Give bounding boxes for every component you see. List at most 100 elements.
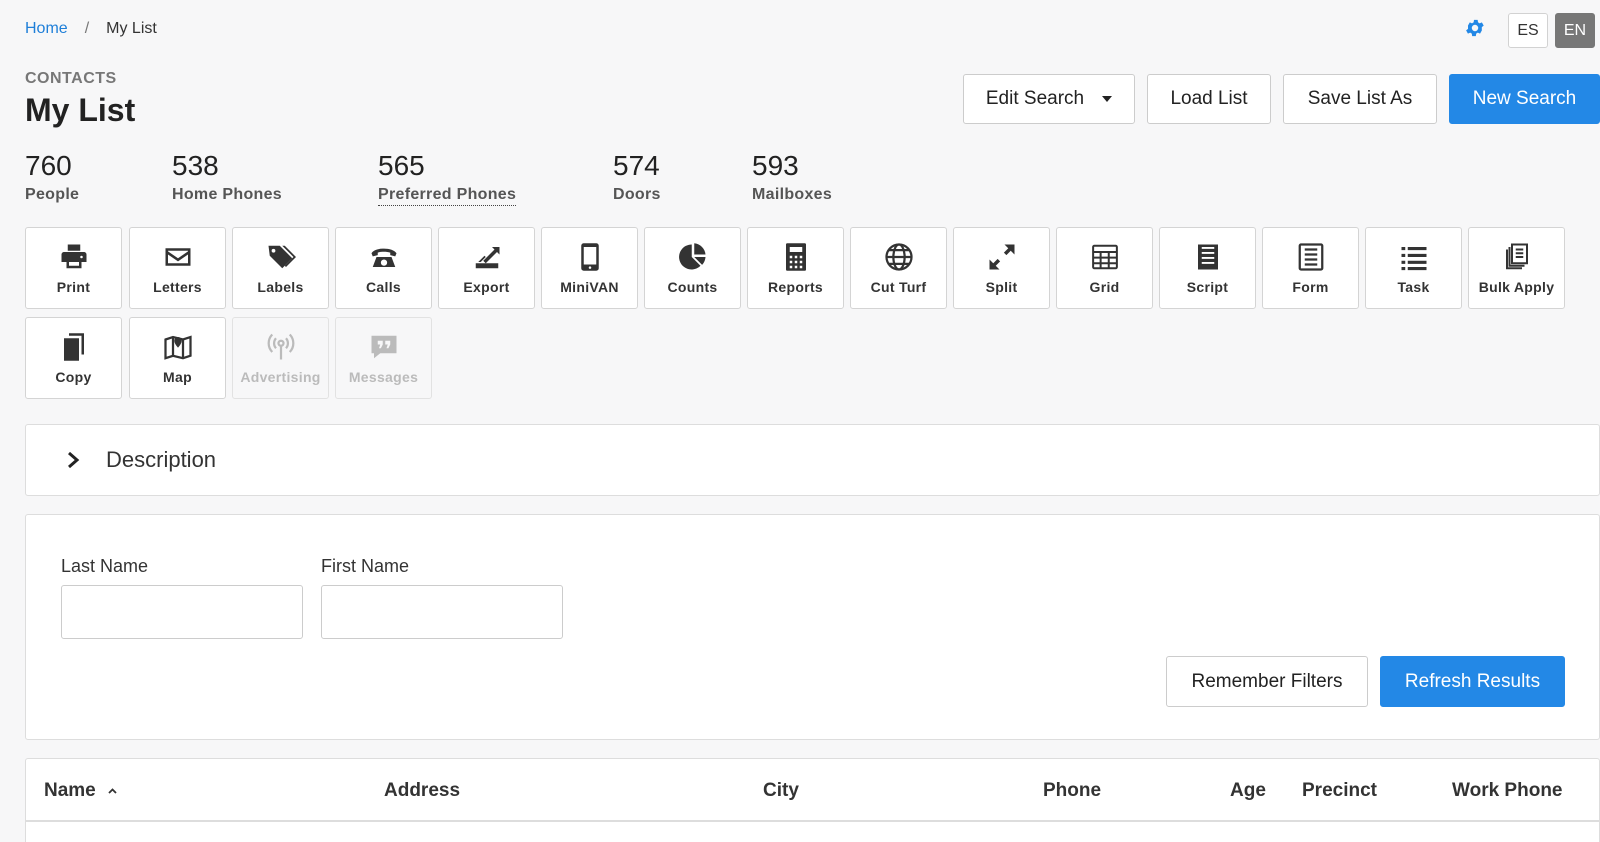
export-icon	[472, 242, 502, 272]
stat-doors: 574 Doors	[613, 150, 661, 204]
column-header-work-phone[interactable]: Work Phone	[1452, 780, 1563, 802]
stack-icon	[1502, 242, 1532, 272]
tool-label: MiniVAN	[560, 279, 619, 295]
section-label: CONTACTS	[25, 70, 117, 87]
tool-label: Script	[1186, 279, 1229, 295]
list-icon	[1399, 242, 1429, 272]
stat-label: People	[25, 186, 80, 203]
page: Home / My List ES EN CONTACTS My List Ed…	[0, 0, 1600, 842]
tool-advertising-button: Advertising	[232, 317, 329, 399]
stat-value: 574	[613, 150, 660, 181]
tool-label: Form	[1292, 279, 1329, 295]
save-list-as-button[interactable]: Save List As	[1283, 74, 1437, 124]
tool-minivan-button[interactable]: MiniVAN	[541, 227, 638, 309]
stat-home-phones: 538 Home Phones	[172, 150, 282, 204]
remember-filters-button[interactable]: Remember Filters	[1166, 656, 1368, 707]
stat-value: 538	[172, 150, 219, 181]
column-header-label: Name	[44, 780, 96, 801]
tool-print-button[interactable]: Print	[25, 227, 122, 309]
chat-quote-icon	[369, 332, 399, 362]
breadcrumb-home-link[interactable]: Home	[25, 20, 68, 38]
tool-task-button[interactable]: Task	[1365, 227, 1462, 309]
column-header-age[interactable]: Age	[1230, 780, 1266, 802]
tool-cut-turf-button[interactable]: Cut Turf	[850, 227, 947, 309]
tool-labels-button[interactable]: Labels	[232, 227, 329, 309]
sort-ascending-icon	[108, 788, 117, 794]
edit-search-button[interactable]: Edit Search	[963, 74, 1135, 124]
stat-value: 565	[378, 150, 425, 181]
language-en-button[interactable]: EN	[1555, 13, 1595, 48]
phone-icon	[369, 242, 399, 272]
new-search-button[interactable]: New Search	[1449, 74, 1600, 124]
column-header-phone[interactable]: Phone	[1043, 780, 1101, 802]
stat-label: Home Phones	[172, 186, 282, 203]
stat-preferred-phones[interactable]: 565 Preferred Phones	[378, 150, 517, 206]
tool-bulk-apply-button[interactable]: Bulk Apply	[1468, 227, 1565, 309]
first-name-input[interactable]	[321, 585, 563, 639]
edit-search-label: Edit Search	[985, 88, 1085, 109]
stat-label[interactable]: Preferred Phones	[378, 186, 517, 206]
tool-label: Split	[985, 279, 1018, 295]
tool-calls-button[interactable]: Calls	[335, 227, 432, 309]
description-toggle[interactable]: Description	[25, 424, 1600, 496]
tool-label: Calls	[366, 279, 401, 295]
chevron-down-icon	[1102, 96, 1113, 102]
tool-label: Advertising	[240, 369, 321, 385]
tool-counts-button[interactable]: Counts	[644, 227, 741, 309]
gear-icon[interactable]	[1464, 17, 1486, 39]
first-name-label: First Name	[321, 556, 410, 576]
tool-export-button[interactable]: Export	[438, 227, 535, 309]
language-es-button[interactable]: ES	[1508, 13, 1548, 48]
tool-label: Letters	[153, 279, 202, 295]
tool-label: Reports	[768, 279, 823, 295]
column-header-name[interactable]: Name	[44, 780, 117, 802]
tool-reports-button[interactable]: Reports	[747, 227, 844, 309]
pie-chart-icon	[678, 242, 708, 272]
column-header-address[interactable]: Address	[384, 780, 460, 802]
tool-label: Labels	[257, 279, 304, 295]
copy-icon	[59, 332, 89, 362]
description-label: Description	[106, 447, 217, 472]
breadcrumb-separator: /	[84, 20, 90, 37]
tool-label: Counts	[667, 279, 718, 295]
stat-label: Mailboxes	[752, 186, 833, 203]
stat-value: 760	[25, 150, 72, 181]
tool-label: Bulk Apply	[1478, 279, 1555, 295]
tool-letters-button[interactable]: Letters	[129, 227, 226, 309]
page-title: My List	[25, 92, 136, 128]
tool-form-button[interactable]: Form	[1262, 227, 1359, 309]
tool-script-button[interactable]: Script	[1159, 227, 1256, 309]
breadcrumb-current: My List	[106, 20, 157, 37]
breadcrumb: Home / My List	[25, 20, 157, 38]
tool-label: Task	[1397, 279, 1430, 295]
tool-label: Export	[463, 279, 510, 295]
tool-copy-button[interactable]: Copy	[25, 317, 122, 399]
refresh-results-button[interactable]: Refresh Results	[1380, 656, 1565, 707]
column-header-precinct[interactable]: Precinct	[1302, 780, 1377, 802]
tool-label: Map	[163, 369, 192, 385]
tool-split-button[interactable]: Split	[953, 227, 1050, 309]
last-name-label: Last Name	[61, 556, 149, 576]
tool-grid-button[interactable]: Grid	[1056, 227, 1153, 309]
broadcast-icon	[266, 332, 296, 362]
tool-map-button[interactable]: Map	[129, 317, 226, 399]
tags-icon	[266, 242, 296, 272]
load-list-button[interactable]: Load List	[1147, 74, 1271, 124]
stat-value: 593	[752, 150, 799, 181]
tool-messages-button: Messages	[335, 317, 432, 399]
stat-mailboxes: 593 Mailboxes	[752, 150, 832, 204]
tool-label: Print	[56, 279, 91, 295]
tool-label: Cut Turf	[870, 279, 927, 295]
expand-icon	[987, 242, 1017, 272]
envelope-icon	[163, 242, 193, 272]
results-table: Name Address City Phone Age Precinct Wor…	[25, 758, 1600, 842]
tool-label: Grid	[1089, 279, 1120, 295]
tool-label: Messages	[348, 369, 419, 385]
chevron-right-icon	[68, 451, 80, 469]
filter-panel: Last Name First Name Remember Filters Re…	[25, 514, 1600, 740]
calculator-icon	[781, 242, 811, 272]
column-header-city[interactable]: City	[763, 780, 799, 802]
stat-label: Doors	[613, 186, 661, 203]
printer-icon	[59, 242, 89, 272]
last-name-input[interactable]	[61, 585, 303, 639]
